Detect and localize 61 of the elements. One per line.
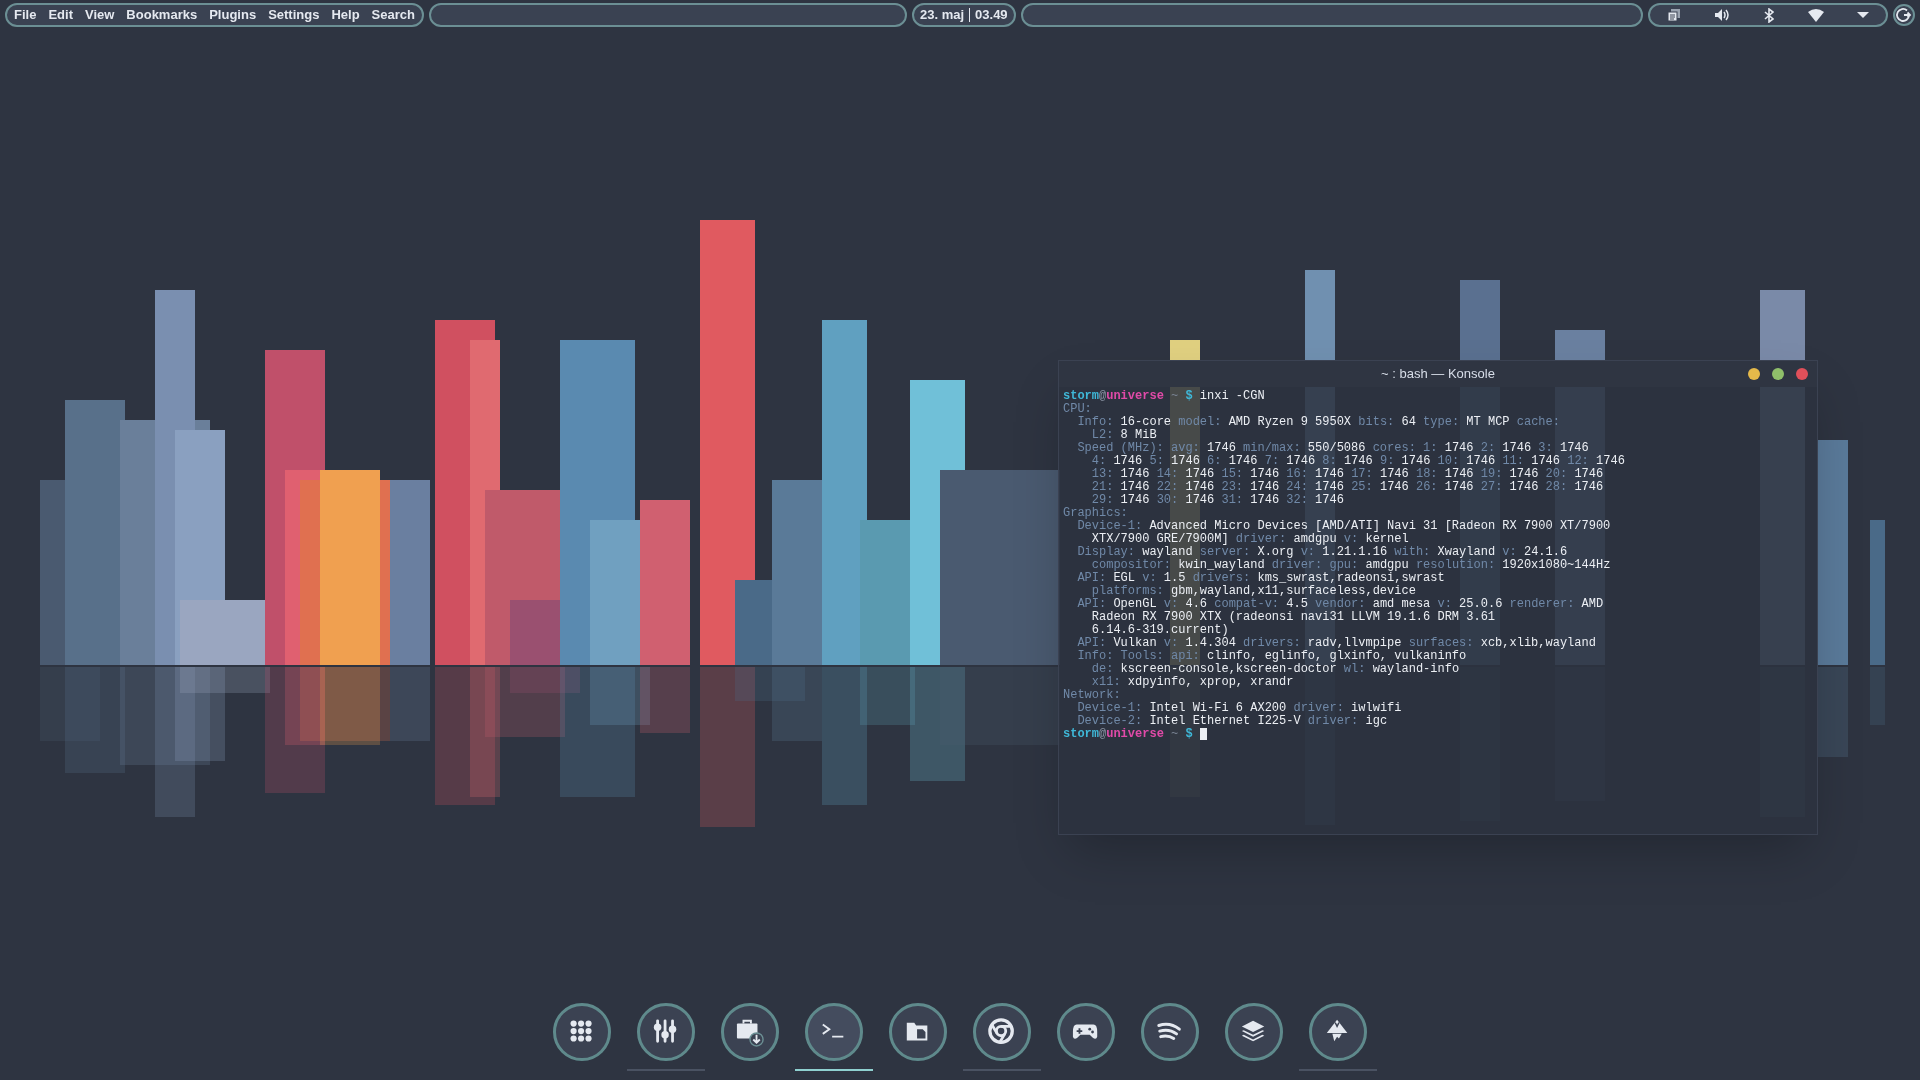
dock-button[interactable] [1057,1003,1115,1061]
terminal-line: Speed (MHz): avg: 1746 min/max: 550/5086 cores: 1: 1746 2: 1746 3: 1746 [1076,442,1589,455]
terminal-line: 21: 1746 22: 1746 23: 1746 24: 1746 25: 1746 26: 1746 27: 1746 28: 1746 [1090,481,1604,494]
panel-field[interactable] [1020,3,1643,27]
terminal-line: Graphics: [1063,507,1128,520]
terminal-line: de: kscreen-console,kscreen-doctor wl: wayland-info [1090,663,1460,676]
terminal-line: storm@universe ~ $ [1063,728,1207,741]
bluetooth-icon[interactable] [1764,7,1774,23]
wifi-icon[interactable] [1807,8,1824,22]
ring-logo-icon [988,1018,1016,1046]
dock-button[interactable] [973,1003,1031,1061]
dock-button[interactable] [889,1003,947,1061]
terminal-line: XTX/7900 GRE/7900M] driver: amdgpu v: kernel [1090,533,1409,546]
window-title: ~ : bash — Konsole [1381,365,1495,384]
terminal-line: 4: 1746 5: 1746 6: 1746 7: 1746 8: 1746 9: 1746 10: 1746 11: 1746 12: 1746 [1090,455,1625,468]
menu-item[interactable]: Edit [43,5,78,25]
terminal-line: compositor: kwin_wayland driver: gpu: amdgpu resolution: 1920x1080~144Hz [1090,559,1611,572]
terminal-line: Device-1: Advanced Micro Devices [AMD/ATI] Navi 31 [Radeon RX 7900 XT/7900 [1076,520,1611,533]
clipboard-icon[interactable] [1666,8,1681,22]
terminal-line: platforms: gbm,wayland,x11,surfaceless,device [1090,585,1416,598]
menu-item[interactable]: Search [366,5,420,25]
terminal-line: API: OpenGL v: 4.6 compat-v: 4.5 vendor: amd mesa v: 25.0.6 renderer: AMD [1076,598,1604,611]
clock-widget[interactable]: 23. maj 03.49 [911,3,1016,27]
terminal-line: 13: 1746 14: 1746 15: 1746 16: 1746 17: 1746 18: 1746 19: 1746 20: 1746 [1090,468,1604,481]
terminal-line: API: EGL v: 1.5 drivers: kms_swrast,radeonsi,swrast [1076,572,1445,585]
menu-item[interactable]: Bookmarks [121,5,203,25]
menu-item[interactable]: Settings [263,5,325,25]
dock-button[interactable] [1225,1003,1283,1061]
dock-button[interactable] [637,1003,695,1061]
terminal-line: Info: Tools: api: clinfo, eglinfo, glxinfo, vulkaninfo [1076,650,1467,663]
terminal-line: Radeon RX 7900 XTX (radeonsi navi31 LLVM 19.1.6 DRM 3.61 [1090,611,1496,624]
terminal-line: L2: 8 MiB [1090,429,1157,442]
menu-item[interactable]: Plugins [204,5,262,25]
terminal-line: 6.14.6-319.current) [1090,624,1229,637]
dock-button[interactable] [553,1003,611,1061]
menu-item[interactable]: Help [326,5,365,25]
menu-item[interactable]: View [79,5,120,25]
volume-icon[interactable] [1714,8,1731,22]
terminal-line: Info: 16-core model: AMD Ryzen 9 5950X bits: 64 type: MT MCP cache: [1076,416,1560,429]
time-label: 03.49 [975,6,1008,25]
terminal-line: 29: 1746 30: 1746 31: 1746 32: 1746 [1090,494,1344,507]
minimize-button[interactable] [1748,368,1760,380]
terminal-line: Device-2: Intel Ethernet I225-V driver: igc [1076,715,1388,728]
dock-button[interactable] [1141,1003,1199,1061]
terminal-line: storm@universe ~ $ inxi -CGN [1063,390,1265,403]
date-label: 23. maj [919,6,965,25]
dock-button[interactable] [1309,1003,1367,1061]
power-icon[interactable] [1893,4,1915,26]
terminal-line: API: Vulkan v: 1.4.304 drivers: radv,llvmpipe surfaces: xcb,xlib,wayland [1076,637,1596,650]
terminal-line: Device-1: Intel Wi-Fi 6 AX200 driver: iwlwifi [1076,702,1402,715]
terminal-line: Display: wayland server: X.org v: 1.21.1.16 with: Xwayland v: 24.1.6 [1076,546,1568,559]
briefcase-download-icon [736,1018,764,1046]
dock-button[interactable] [721,1003,779,1061]
terminal-line: Network: [1063,689,1121,702]
panel-field[interactable] [428,3,907,27]
close-button[interactable] [1796,368,1808,380]
terminal-line: x11: xdpyinfo, xprop, xrandr [1090,676,1294,689]
terminal-line: CPU: [1063,403,1092,416]
maximize-button[interactable] [1772,368,1784,380]
menu-item[interactable]: File [9,5,42,25]
caret-icon[interactable] [1857,11,1870,19]
